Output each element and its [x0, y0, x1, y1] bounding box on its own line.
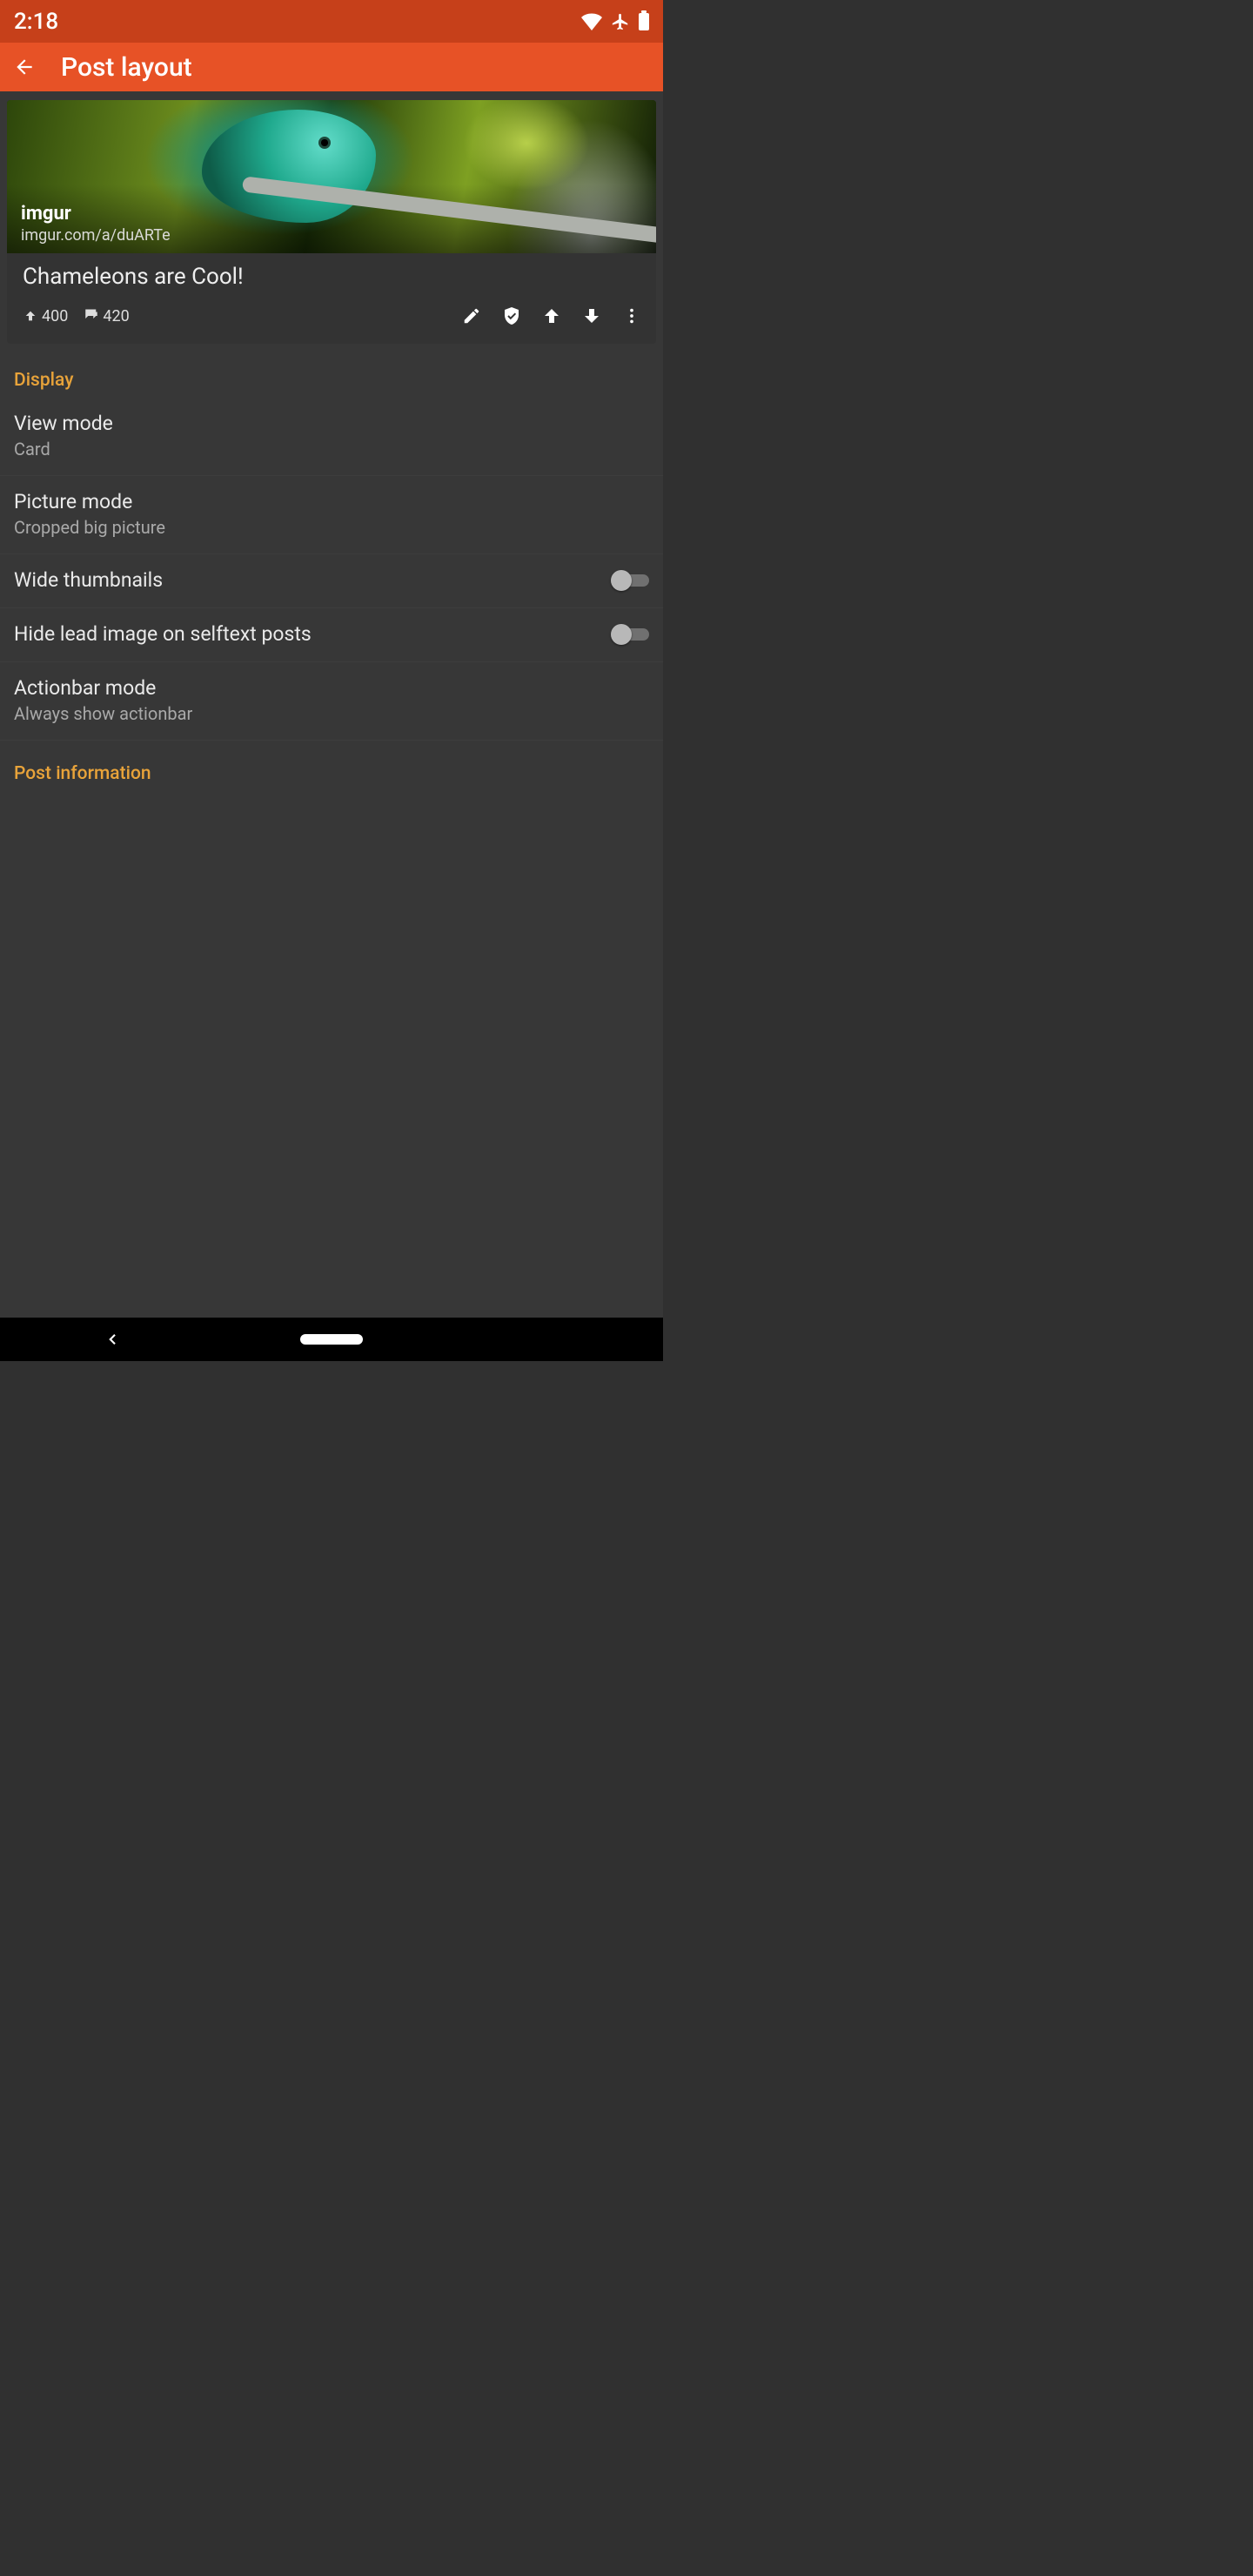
airplane-icon — [611, 12, 630, 31]
more-button[interactable] — [614, 299, 649, 333]
comment-count: 420 — [84, 307, 129, 325]
status-bar: 2:18 — [0, 0, 663, 43]
pencil-icon — [462, 306, 481, 325]
page-title: Post layout — [61, 52, 192, 83]
setting-title: Actionbar mode — [14, 676, 649, 700]
setting-title: Picture mode — [14, 490, 649, 513]
setting-wide-thumbnails[interactable]: Wide thumbnails — [0, 554, 663, 608]
post-title: Chameleons are Cool! — [7, 253, 656, 293]
more-vert-icon — [622, 306, 641, 325]
toggle-hide-lead-image[interactable] — [611, 624, 649, 645]
setting-hide-lead-image[interactable]: Hide lead image on selftext posts — [0, 608, 663, 662]
section-header-display: Display — [0, 363, 663, 398]
content-area: imgur imgur.com/a/duARTe Chameleons are … — [0, 91, 663, 1318]
battery-icon — [639, 13, 649, 30]
setting-view-mode[interactable]: View mode Card — [0, 398, 663, 476]
post-preview-card[interactable]: imgur imgur.com/a/duARTe Chameleons are … — [7, 100, 656, 344]
setting-title: Wide thumbnails — [14, 568, 597, 592]
setting-title: View mode — [14, 412, 649, 435]
post-source-name: imgur — [21, 203, 642, 225]
status-time: 2:18 — [14, 9, 58, 35]
chevron-left-icon — [104, 1332, 120, 1347]
nav-back-button[interactable] — [104, 1332, 120, 1347]
setting-actionbar-mode[interactable]: Actionbar mode Always show actionbar — [0, 662, 663, 741]
system-nav-bar — [0, 1318, 663, 1361]
post-preview-image[interactable]: imgur imgur.com/a/duARTe — [7, 100, 656, 253]
setting-value: Cropped big picture — [14, 517, 649, 538]
arrow-up-small-icon — [23, 308, 38, 324]
downvote-button[interactable] — [574, 299, 609, 333]
section-header-post-information: Post information — [0, 756, 663, 791]
post-action-bar: 400 420 — [7, 293, 656, 344]
post-source-url: imgur.com/a/duARTe — [21, 226, 642, 245]
upvote-count: 400 — [23, 307, 68, 325]
comments-icon — [84, 308, 99, 324]
setting-title: Hide lead image on selftext posts — [14, 622, 597, 646]
arrow-back-icon — [13, 56, 36, 78]
setting-value: Always show actionbar — [14, 703, 649, 724]
toggle-wide-thumbnails[interactable] — [611, 570, 649, 591]
arrow-up-icon — [541, 305, 562, 326]
nav-home-pill[interactable] — [300, 1334, 363, 1345]
settings-list: Display View mode Card Picture mode Crop… — [0, 363, 663, 791]
upvote-button[interactable] — [534, 299, 569, 333]
arrow-down-icon — [581, 305, 602, 326]
setting-picture-mode[interactable]: Picture mode Cropped big picture — [0, 476, 663, 554]
mod-shield-button[interactable] — [494, 299, 529, 333]
app-bar: Post layout — [0, 43, 663, 91]
shield-check-icon — [501, 305, 522, 326]
setting-value: Card — [14, 439, 649, 460]
wifi-icon — [581, 13, 602, 30]
back-button[interactable] — [7, 50, 42, 84]
edit-button[interactable] — [454, 299, 489, 333]
